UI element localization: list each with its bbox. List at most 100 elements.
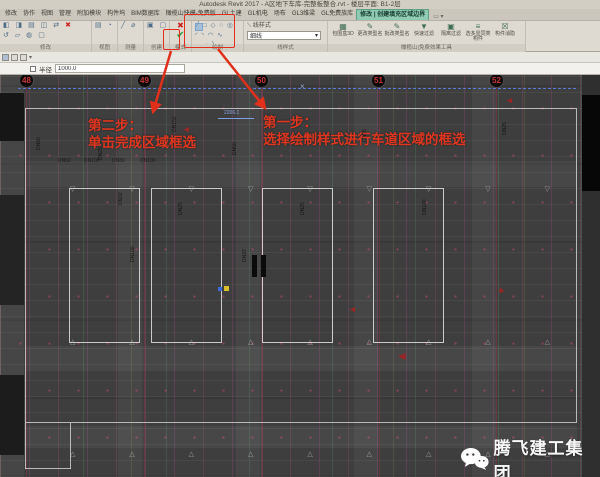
region-boundary-segment xyxy=(25,423,26,469)
flow-arrow-icon: ► xyxy=(505,96,514,106)
grid-bubble: 49 xyxy=(137,75,152,88)
pipe-label: DN32 xyxy=(242,249,248,262)
flow-arrow-icon: ► xyxy=(348,305,357,315)
grid-bubble: 48 xyxy=(19,75,34,88)
golive-tool-label: 构件消隐 xyxy=(492,32,518,37)
radius-label: 半径 xyxy=(39,64,52,74)
ribbon-tab[interactable]: 附加模块 xyxy=(74,9,104,20)
ribbon-tab[interactable]: 修改 xyxy=(2,9,20,20)
golive-tool-button[interactable]: ≡ 选多显同类构件 xyxy=(465,22,491,42)
window-cascade-icon[interactable] xyxy=(20,54,27,61)
pipe-label: DN80 xyxy=(112,158,125,164)
pipe-label: DN100 xyxy=(422,199,428,215)
flow-arrow-icon: ► xyxy=(396,350,408,364)
plan-black-block xyxy=(582,95,600,191)
tab-overflow-icon[interactable]: ▭ ▾ xyxy=(433,13,443,20)
window-title: Autodesk Revit 2017 - A区地下车库-完整板整合.rvt -… xyxy=(199,1,401,8)
golive-tool-button[interactable]: ✎ 更改类型名 xyxy=(357,22,383,42)
panel-label-modify: 修改 xyxy=(0,44,91,52)
highlight-box-finish-button xyxy=(163,29,180,50)
triangle-symbol-row: ▽ ▽ ▽ ▽ ▽ ▽ ▽ ▽ ▽ ▽ ▽ ▽ ▽ ▽ xyxy=(70,185,570,193)
line-style-mini-label: 线样式 xyxy=(253,23,271,29)
radius-checkbox[interactable] xyxy=(30,66,36,72)
ribbon: ◧ ◨ ▤ ◫ ⇄ ✖ ↺ ▱ ◍ ▢ 修改 ▤ ◔ 视图 ╱ ⌀ 测量 ▣ ▢… xyxy=(0,21,600,52)
golive-tool-label: 快速过滤 xyxy=(411,32,437,37)
radius-input[interactable] xyxy=(55,64,185,73)
title-bar: Autodesk Revit 2017 - A区地下车库-完整板整合.rvt -… xyxy=(0,0,600,9)
golive-tool-button[interactable]: ☒ 构件消隐 xyxy=(492,22,518,42)
midpoint-x-marker: × xyxy=(300,82,305,91)
delete-icon[interactable]: ✖ xyxy=(65,22,71,29)
modify-tools-row1[interactable]: ◧ ◨ ▤ ◫ ⇄ ✖ xyxy=(0,21,91,31)
grid-bubble: 51 xyxy=(371,75,386,88)
wechat-icon xyxy=(460,447,490,471)
ribbon-tab-bar: 修改协作视图管理附加模块构件坞BIM数据库橄榄山快模-免费版GL土建GL机电场布… xyxy=(0,9,600,21)
ribbon-tab[interactable]: 构件坞 xyxy=(104,9,128,20)
pipe-label: DN50 xyxy=(58,158,71,164)
golive-tool-button[interactable]: ▣ 隔离过滤 xyxy=(438,22,464,42)
plan-dark-block xyxy=(0,375,24,455)
pipe-label: DN100 xyxy=(84,158,100,164)
panel-label-view: 视图 xyxy=(92,44,117,52)
selected-sketch-line[interactable] xyxy=(18,88,576,89)
panel-view: ▤ ◔ 视图 xyxy=(92,21,118,52)
golive-tool-button[interactable]: ▦ 包围盒3D xyxy=(330,22,356,42)
step2-body: 单击完成区域框选 xyxy=(88,134,196,151)
highlight-box-draw-panel xyxy=(184,14,235,48)
watermark-text: 腾飞建工集团 xyxy=(494,434,600,477)
pipe-label: DN50 xyxy=(232,142,238,155)
line-style-value: 细线 xyxy=(250,31,262,40)
pipe-label: DN25 xyxy=(178,202,184,215)
revit-window: Autodesk Revit 2017 - A区地下车库-完整板整合.rvt -… xyxy=(0,0,600,477)
ribbon-tab[interactable]: GL3维梁 xyxy=(289,9,318,20)
panel-golive-tools: ▦ 包围盒3D ✎ 更改类型名 ✎ 批改类型名 ▼ 快速过滤 ▣ 隔离过滤 ≡ … xyxy=(328,21,526,52)
grid-bubble: 50 xyxy=(254,75,269,88)
pipe-label: DN32 xyxy=(118,192,124,205)
panel-label-measure: 测量 xyxy=(118,44,143,52)
pipe-label: DN50 xyxy=(36,137,42,150)
window-icon[interactable] xyxy=(11,54,18,61)
ribbon-tab[interactable]: BIM数据库 xyxy=(128,9,163,20)
parking-zone-outline xyxy=(69,188,140,343)
triangle-symbol-row: △ △ △ △ △ △ △ △ △ △ △ △ △ △ xyxy=(70,338,570,346)
chevron-down-icon[interactable]: ▾ xyxy=(29,54,32,61)
modify-tools-row2[interactable]: ↺ ▱ ◍ ▢ xyxy=(0,31,91,41)
step1-annotation: 第一步： 选择绘制样式进行车道区域的框选 xyxy=(263,114,466,148)
line-style-dropdown[interactable]: 细线 ▾ xyxy=(247,31,321,40)
pipe-label: DN100 xyxy=(140,158,156,164)
panel-line-style: ⟍ 线样式 细线 ▾ 线样式 xyxy=(244,21,328,52)
step1-body: 选择绘制样式进行车道区域的框选 xyxy=(263,131,466,148)
pipe-label: DN25 xyxy=(300,202,306,215)
plan-dark-block xyxy=(0,195,24,305)
step1-title: 第一步： xyxy=(263,114,466,131)
options-bar: 半径 xyxy=(0,63,600,75)
ribbon-tab[interactable]: 修改 | 创建填充区域边界 xyxy=(356,9,429,20)
golive-tool-label: 批改类型名 xyxy=(384,32,410,37)
document-icon[interactable] xyxy=(2,54,9,61)
ribbon-tab[interactable]: 视图 xyxy=(38,9,56,20)
parking-zone-outline xyxy=(262,188,333,343)
ribbon-tab[interactable]: GL机电 xyxy=(245,9,271,20)
step2-title: 第二步： xyxy=(88,117,196,134)
panel-modify: ◧ ◨ ▤ ◫ ⇄ ✖ ↺ ▱ ◍ ▢ 修改 xyxy=(0,21,92,52)
region-boundary-segment xyxy=(70,423,71,469)
panel-measure: ╱ ⌀ 测量 xyxy=(118,21,144,52)
golive-tool-label: 更改类型名 xyxy=(357,32,383,37)
golive-tool-button[interactable]: ✎ 批改类型名 xyxy=(384,22,410,42)
ribbon-tab[interactable]: GL免费族库 xyxy=(318,9,356,20)
ribbon-tab[interactable]: 场布 xyxy=(271,9,289,20)
golive-tool-label: 隔离过滤 xyxy=(438,32,464,37)
watermark: 腾飞建工集团 xyxy=(460,434,600,477)
parking-zone-outline xyxy=(373,188,444,343)
golive-tool-button[interactable]: ▼ 快速过滤 xyxy=(411,22,437,42)
ribbon-tab[interactable]: 管理 xyxy=(56,9,74,20)
view-tools[interactable]: ▤ ◔ xyxy=(92,21,117,31)
plan-dark-block xyxy=(0,93,24,141)
selected-element[interactable] xyxy=(218,287,222,291)
chevron-down-icon: ▾ xyxy=(315,32,318,39)
ribbon-filler xyxy=(526,21,600,52)
pipe-label: DN25 xyxy=(502,122,508,135)
measure-tools[interactable]: ╱ ⌀ xyxy=(118,21,143,31)
column-mark xyxy=(261,255,266,277)
ribbon-tab[interactable]: 协作 xyxy=(20,9,38,20)
